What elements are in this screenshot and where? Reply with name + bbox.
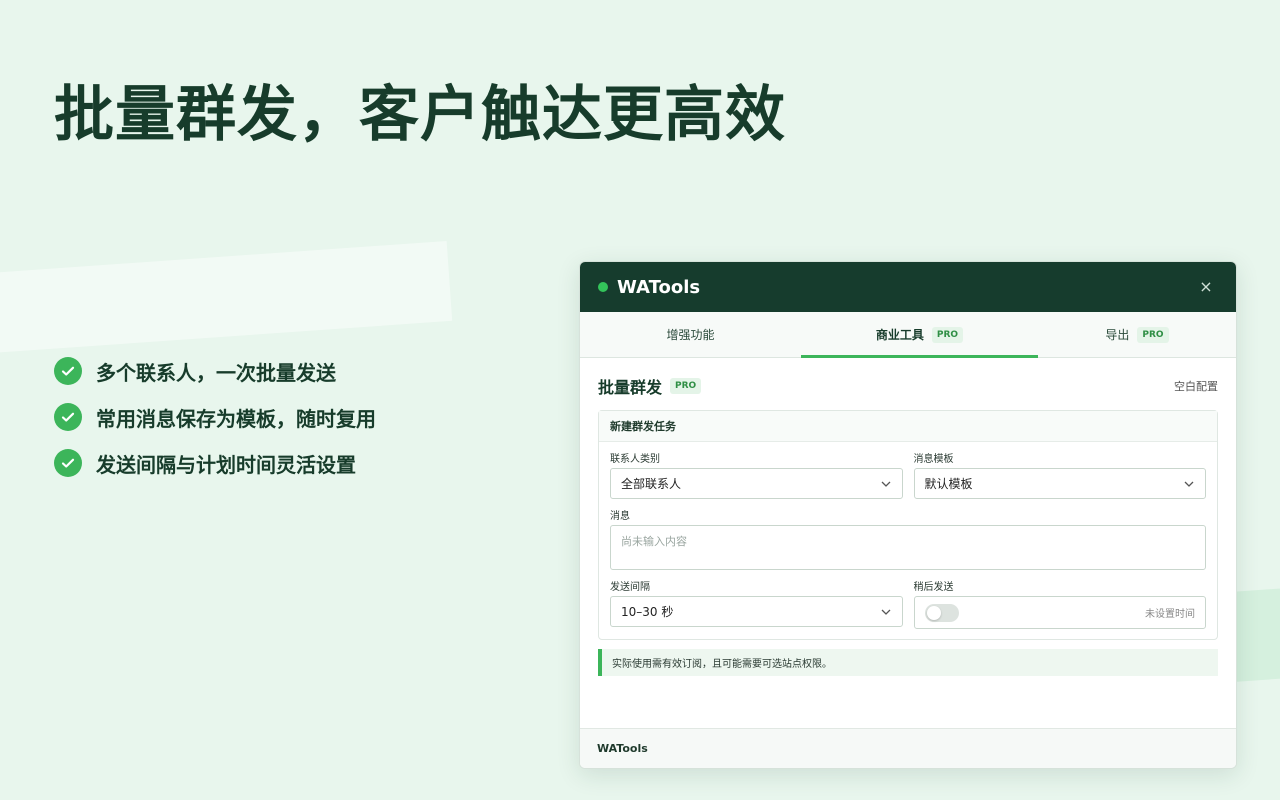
form-row: 联系人类别 全部联系人 消息模板 默认模板 bbox=[599, 442, 1217, 499]
section-header: 批量群发 PRO 空白配置 bbox=[580, 358, 1236, 414]
tab-business-tools[interactable]: 商业工具 PRO bbox=[801, 312, 1038, 358]
feature-text: 多个联系人，一次批量发送 bbox=[96, 360, 336, 385]
feature-text: 常用消息保存为模板，随时复用 bbox=[96, 406, 376, 431]
check-circle-icon bbox=[54, 449, 82, 477]
panel-footer: WATools bbox=[580, 728, 1236, 768]
chevron-down-icon bbox=[1184, 481, 1194, 487]
feature-list: 多个联系人，一次批量发送 常用消息保存为模板，随时复用 发送间隔与计划时间灵活设… bbox=[54, 348, 376, 486]
schedule-field: 稍后发送 未设置时间 bbox=[913, 570, 1206, 629]
interval-select[interactable]: 10–30 秒 bbox=[610, 596, 903, 627]
field-label: 联系人类别 bbox=[610, 454, 660, 465]
interval-field: 发送间隔 10–30 秒 bbox=[610, 570, 903, 629]
pro-badge: PRO bbox=[931, 326, 964, 343]
panel-header: WATools × bbox=[580, 262, 1236, 312]
message-textarea[interactable]: 尚未输入内容 bbox=[610, 525, 1206, 570]
template-field: 消息模板 默认模板 bbox=[913, 442, 1206, 499]
check-circle-icon bbox=[54, 403, 82, 431]
new-task-card: 新建群发任务 联系人类别 全部联系人 消息模板 默认模板 消息 尚未输入内容 发… bbox=[598, 410, 1218, 640]
pro-badge: PRO bbox=[670, 378, 702, 394]
tab-bar: 增强功能 商业工具 PRO 导出 PRO bbox=[580, 312, 1236, 358]
select-value: 全部联系人 bbox=[621, 477, 682, 491]
feature-text: 发送间隔与计划时间灵活设置 bbox=[96, 452, 356, 477]
field-label: 消息 bbox=[610, 511, 630, 522]
contact-type-select[interactable]: 全部联系人 bbox=[610, 468, 903, 499]
check-circle-icon bbox=[54, 357, 82, 385]
select-value: 默认模板 bbox=[924, 477, 973, 491]
app-title: WATools bbox=[617, 276, 701, 298]
template-select[interactable]: 默认模板 bbox=[913, 468, 1206, 499]
tab-enhancements[interactable]: 增强功能 bbox=[580, 312, 801, 357]
pro-badge: PRO bbox=[1137, 326, 1169, 343]
status-dot-icon bbox=[598, 282, 608, 292]
tab-label: 导出 bbox=[1105, 328, 1130, 342]
schedule-hint: 未设置时间 bbox=[1145, 609, 1195, 620]
subscription-notice: 实际使用需有效订阅，且可能需要可选站点权限。 bbox=[598, 649, 1218, 676]
feature-item: 发送间隔与计划时间灵活设置 bbox=[54, 440, 376, 486]
form-row: 消息 bbox=[599, 499, 1217, 525]
field-label: 发送间隔 bbox=[610, 582, 650, 593]
tab-label: 商业工具 bbox=[875, 328, 924, 342]
field-label: 稍后发送 bbox=[913, 582, 954, 593]
blank-config-link[interactable]: 空白配置 bbox=[1174, 378, 1218, 394]
hero-title: 批量群发，客户触达更高效 bbox=[54, 80, 786, 150]
watools-panel: WATools × 增强功能 商业工具 PRO 导出 PRO 批量群发 PRO … bbox=[579, 261, 1237, 769]
tab-label: 增强功能 bbox=[666, 328, 715, 342]
select-value: 10–30 秒 bbox=[621, 605, 674, 619]
schedule-toggle[interactable] bbox=[924, 603, 959, 622]
form-row: 发送间隔 10–30 秒 稍后发送 未设置时间 bbox=[599, 570, 1217, 629]
toggle-knob bbox=[926, 605, 941, 620]
card-title: 新建群发任务 bbox=[599, 411, 1217, 442]
field-label: 消息模板 bbox=[913, 454, 954, 465]
tab-export[interactable]: 导出 PRO bbox=[1038, 312, 1236, 357]
section-title: 批量群发 bbox=[598, 378, 663, 397]
contact-type-field: 联系人类别 全部联系人 bbox=[610, 442, 903, 499]
chevron-down-icon bbox=[881, 609, 890, 615]
background-stripe bbox=[0, 241, 453, 355]
chevron-down-icon bbox=[881, 481, 890, 487]
schedule-box: 未设置时间 bbox=[913, 596, 1206, 629]
feature-item: 常用消息保存为模板，随时复用 bbox=[54, 394, 376, 440]
close-button[interactable]: × bbox=[1196, 277, 1216, 297]
feature-item: 多个联系人，一次批量发送 bbox=[54, 348, 376, 394]
